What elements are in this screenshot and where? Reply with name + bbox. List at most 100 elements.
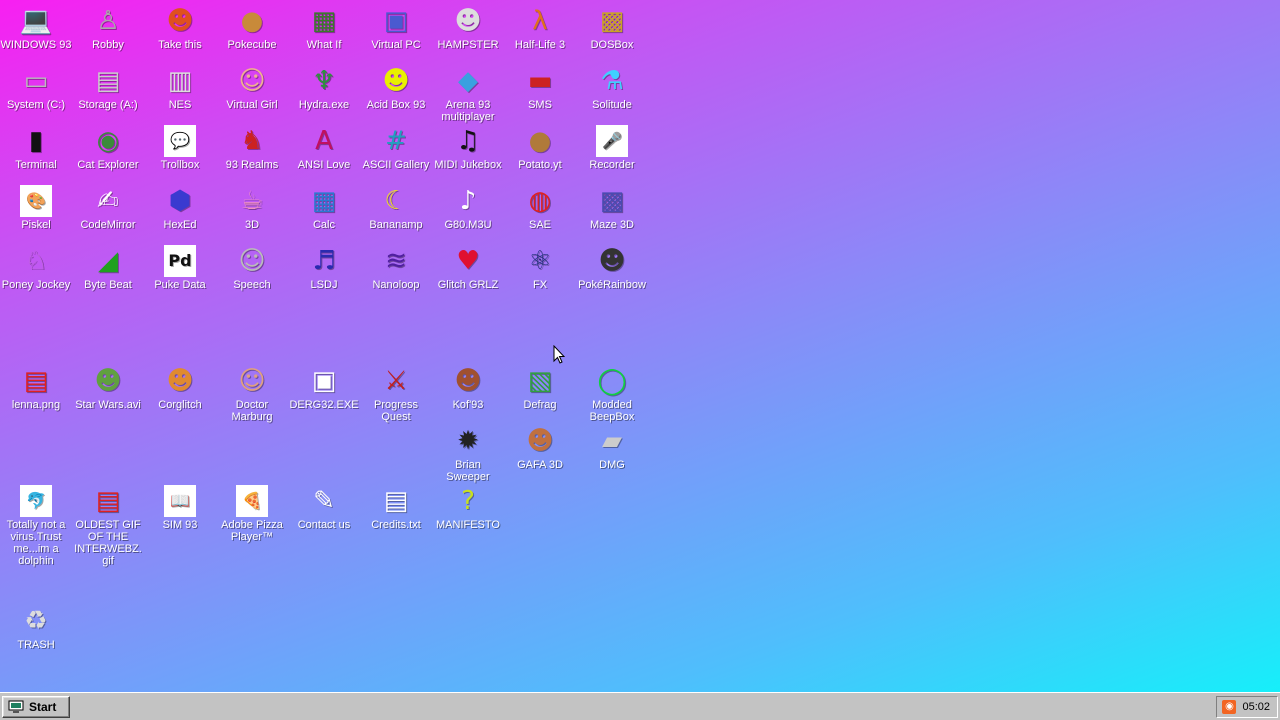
desktop-icon-label: DMG — [599, 459, 625, 471]
desktop-icon-label: Adobe Pizza Player™ — [221, 519, 283, 543]
desktop-icon-label: G80.M3U — [444, 219, 492, 231]
desktop-icon[interactable]: ▰ DMG — [576, 420, 648, 480]
desktop-icon[interactable]: 🎤 Recorder — [576, 120, 648, 180]
desktop-icon[interactable]: Pd Puke Data — [144, 240, 216, 300]
desktop-icon[interactable]: ▣ DERG32.EXE — [288, 360, 360, 420]
mouse-cursor-icon — [553, 345, 565, 364]
desktop-icon[interactable]: ▬ SMS — [504, 60, 576, 120]
desktop-icon[interactable]: ☻ HAMPSTER — [432, 0, 504, 60]
robot-icon: ♙ — [96, 6, 120, 36]
desktop-icon[interactable]: ♘ Poney Jockey — [0, 240, 72, 300]
microphone-icon: 🎤 — [596, 125, 628, 157]
desktop-icon[interactable]: ⬢ HexEd — [144, 180, 216, 240]
virtual-girl-icon: ☺ — [238, 66, 266, 96]
byte-beat-icon: ◢ — [98, 246, 118, 276]
desktop-icon[interactable]: ☻ PokéRainbow — [576, 240, 648, 300]
desktop-icon-label: Kof'93 — [452, 399, 484, 411]
desktop-icon[interactable]: λ Half-Life 3 — [504, 0, 576, 60]
desktop-icon[interactable]: ▤ lenna.png — [0, 360, 72, 420]
corgi-icon: ☻ — [166, 366, 194, 396]
desktop-icon[interactable]: ▤ Credits.txt — [360, 480, 432, 540]
lambda-icon: λ — [532, 6, 548, 36]
desktop-icon[interactable]: ☻ Corglitch — [144, 360, 216, 420]
desktop-icon[interactable]: ⚔ Progress Quest — [360, 360, 432, 423]
desktop-icon[interactable]: ♻ TRASH — [0, 600, 72, 660]
desktop-icon[interactable]: ▩ DOSBox — [576, 0, 648, 60]
desktop-icon-label: Storage (A:) — [78, 99, 138, 111]
desktop-icon-label: WINDOWS 93 — [0, 39, 72, 51]
desktop-icon[interactable]: ☻ Acid Box 93 — [360, 60, 432, 120]
pony-icon: ♘ — [24, 246, 48, 276]
gameboy-cart-icon: ▰ — [602, 426, 622, 456]
desktop-icon-label: TRASH — [17, 639, 55, 651]
desktop-icon[interactable]: ☺ Doctor Marburg — [216, 360, 288, 423]
desktop-icon[interactable]: ☾ Bananamp — [360, 180, 432, 240]
desktop-icon[interactable]: 📖 SIM 93 — [144, 480, 216, 540]
desktop-icon[interactable]: ☻ Kof'93 — [432, 360, 504, 420]
desktop-icon[interactable]: ◆ Arena 93 multiplayer — [432, 60, 504, 123]
desktop-icon[interactable]: ♥ Glitch GRLZ — [432, 240, 504, 300]
desktop-icon[interactable]: ◯ Modded BeepBox — [576, 360, 648, 423]
atom-icon: ⚛ — [528, 246, 552, 276]
desktop-icon[interactable]: ● Pokecube — [216, 0, 288, 60]
desktop-icon[interactable]: ◉ Cat Explorer — [72, 120, 144, 180]
palette-icon: 🎨 — [20, 185, 52, 217]
cookie-cube-icon: ● — [240, 6, 264, 36]
desktop-icon[interactable]: ⚗ Solitude — [576, 60, 648, 120]
desktop-icon[interactable]: ▧ Defrag — [504, 360, 576, 420]
desktop-icon[interactable]: # ASCII Gallery — [360, 120, 432, 180]
desktop-icon[interactable]: ☻ Star Wars.avi — [72, 360, 144, 420]
desktop-icon[interactable]: ▥ NES — [144, 60, 216, 120]
desktop-icon[interactable]: ☻ GAFA 3D — [504, 420, 576, 480]
desktop-icon[interactable]: 💻 WINDOWS 93 — [0, 0, 72, 60]
desktop-icon[interactable]: ♞ 93 Realms — [216, 120, 288, 180]
desktop-icon[interactable]: ☺ Speech — [216, 240, 288, 300]
desktop-icon[interactable]: ☕ 3D — [216, 180, 288, 240]
desktop-icon[interactable]: ☺ Virtual Girl — [216, 60, 288, 120]
desktop-icon[interactable]: ♬ LSDJ — [288, 240, 360, 300]
desktop-icon-label: Recorder — [589, 159, 635, 171]
desktop-icon-label: Virtual Girl — [226, 99, 278, 111]
desktop-icon[interactable]: ▭ System (C:) — [0, 60, 72, 120]
desktop-icon[interactable]: ◢ Byte Beat — [72, 240, 144, 300]
desktop-icon[interactable]: ☻ Take this — [144, 0, 216, 60]
banana-icon: ☾ — [384, 186, 408, 216]
desktop-icon[interactable]: ≋ Nanoloop — [360, 240, 432, 300]
desktop-icon[interactable]: 🎨 Piskel — [0, 180, 72, 240]
desktop-icon-label: System (C:) — [6, 99, 66, 111]
desktop-icon-label: Progress Quest — [373, 399, 419, 423]
piano-keys-icon: ♫ — [456, 126, 480, 156]
desktop-icon[interactable]: ♪ G80.M3U — [432, 180, 504, 240]
desktop-icon[interactable]: ▩ Maze 3D — [576, 180, 648, 240]
terminal-icon: ▮ — [28, 126, 44, 156]
window-icon: ▣ — [383, 6, 409, 36]
teapot-icon: ☕ — [240, 186, 264, 216]
desktop-icon[interactable]: 🐬 Totally not a virus.Trust me...im a dol… — [0, 480, 72, 567]
start-button[interactable]: Start — [2, 696, 70, 718]
desktop-icon[interactable]: 🍕 Adobe Pizza Player™ — [216, 480, 288, 543]
desktop-icon[interactable]: ♫ MIDI Jukebox — [432, 120, 504, 180]
desktop-icon[interactable]: ▣ Virtual PC — [360, 0, 432, 60]
desktop-icon[interactable]: ▦ What If — [288, 0, 360, 60]
desktop-icon[interactable]: ♆ Hydra.exe — [288, 60, 360, 120]
desktop-icon[interactable]: ⚛ FX — [504, 240, 576, 300]
fighter-portrait-icon: ☻ — [454, 366, 482, 396]
desktop-icon[interactable]: ✎ Contact us — [288, 480, 360, 540]
desktop-icon[interactable]: ● Potato.yt — [504, 120, 576, 180]
desktop-icon[interactable]: ✹ Brian Sweeper — [432, 420, 504, 483]
desktop-icon-label: Glitch GRLZ — [437, 279, 499, 291]
desktop-icon[interactable]: 💬 Trollbox — [144, 120, 216, 180]
desktop-icon[interactable]: ? MANIFESTO — [432, 480, 504, 540]
derg-monitor-icon: ▣ — [311, 366, 337, 396]
desktop-icon[interactable]: ▦ Calc — [288, 180, 360, 240]
desktop-icon[interactable]: ♙ Robby — [72, 0, 144, 60]
desktop-icon-label: FX — [532, 279, 548, 291]
desktop-icon-label: ANSI Love — [297, 159, 351, 171]
rss-icon[interactable]: ◉ — [1222, 700, 1237, 714]
desktop-icon[interactable]: ✍ CodeMirror — [72, 180, 144, 240]
desktop-icon[interactable]: ◍ SAE — [504, 180, 576, 240]
desktop-icon[interactable]: ▤ OLDEST GIF OF THE INTERWEBZ.gif — [72, 480, 144, 567]
desktop-icon[interactable]: ▮ Terminal — [0, 120, 72, 180]
desktop-icon[interactable]: ▤ Storage (A:) — [72, 60, 144, 120]
desktop-icon[interactable]: A ANSI Love — [288, 120, 360, 180]
